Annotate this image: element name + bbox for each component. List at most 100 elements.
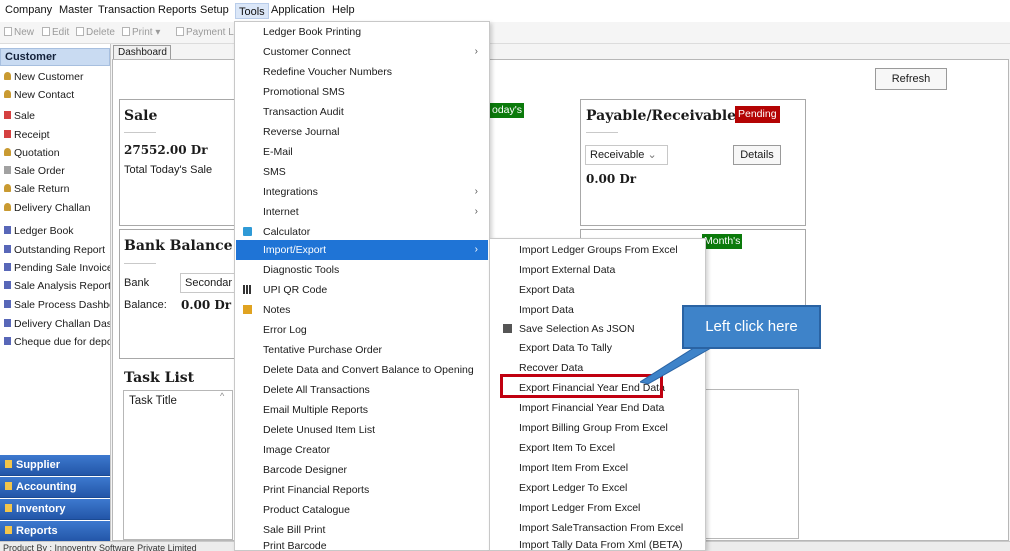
- new-button[interactable]: New: [4, 27, 34, 38]
- menu-item-promotional-sms[interactable]: Promotional SMS: [236, 82, 488, 102]
- sale-card: Sale 27552.00 Dr Total Today's Sale: [119, 99, 239, 226]
- submenu-item-import-ledger-groups[interactable]: Import Ledger Groups From Excel: [491, 240, 705, 260]
- submenu-item-label: Export Data: [519, 284, 575, 296]
- sidebar-item-sale-analysis-report[interactable]: Sale Analysis Report: [4, 278, 110, 294]
- sidebar-item-sale-order[interactable]: Sale Order: [4, 163, 110, 179]
- submenu-item-import-billing-group[interactable]: Import Billing Group From Excel: [491, 418, 705, 438]
- menu-item-print-barcode[interactable]: Print Barcode: [236, 536, 488, 551]
- tab-dashboard[interactable]: Dashboard: [113, 45, 171, 60]
- menu-item-delete-unused-item-list[interactable]: Delete Unused Item List: [236, 420, 488, 440]
- menu-item-tentative-purchase-order[interactable]: Tentative Purchase Order: [236, 340, 488, 360]
- sidebar-group-inventory[interactable]: Inventory: [0, 499, 110, 520]
- menu-item-ledger-book-printing[interactable]: Ledger Book Printing: [236, 22, 488, 42]
- sidebar-item-sale-return[interactable]: Sale Return: [4, 181, 110, 197]
- menu-item-delete-data-convert-balance[interactable]: Delete Data and Convert Balance to Openi…: [236, 360, 488, 380]
- payable-receivable-card: Payable/Receivable Pending Receivable ⌄ …: [580, 99, 806, 226]
- payment-button[interactable]: Payment L: [176, 27, 234, 38]
- menu-help[interactable]: Help: [332, 4, 355, 16]
- submenu-item-label: Import Ledger Groups From Excel: [519, 244, 678, 256]
- submenu-item-label: Import Tally Data From Xml (BETA): [519, 539, 683, 551]
- submenu-item-export-item-to-excel[interactable]: Export Item To Excel: [491, 438, 705, 458]
- submenu-item-import-external-data[interactable]: Import External Data: [491, 260, 705, 280]
- receivable-select[interactable]: Receivable ⌄: [585, 145, 668, 165]
- menu-application[interactable]: Application: [271, 4, 325, 16]
- report-icon: [4, 319, 11, 327]
- sidebar-item-label: Quotation: [14, 147, 60, 159]
- menu-reports[interactable]: Reports: [158, 4, 197, 16]
- menu-item-error-log[interactable]: Error Log: [236, 320, 488, 340]
- menu-item-barcode-designer[interactable]: Barcode Designer: [236, 460, 488, 480]
- qr-code-icon: [243, 285, 252, 294]
- menu-transaction[interactable]: Transaction: [98, 4, 155, 16]
- task-title-column[interactable]: Task Title: [129, 395, 177, 407]
- menu-setup[interactable]: Setup: [200, 4, 229, 16]
- submenu-item-import-financial-year-end-data[interactable]: Import Financial Year End Data: [491, 398, 705, 418]
- menu-item-reverse-journal[interactable]: Reverse Journal: [236, 122, 488, 142]
- submenu-item-label: Export Item To Excel: [519, 442, 616, 454]
- menu-tools[interactable]: Tools: [235, 3, 269, 19]
- sidebar-item-quotation[interactable]: Quotation: [4, 145, 110, 161]
- submenu-item-import-ledger-from-excel[interactable]: Import Ledger From Excel: [491, 498, 705, 518]
- bank-select[interactable]: Secondar: [180, 273, 240, 293]
- menu-item-label: Ledger Book Printing: [263, 26, 362, 38]
- sidebar-item-sale[interactable]: Sale: [4, 108, 110, 124]
- sidebar-item-receipt[interactable]: Receipt: [4, 127, 110, 143]
- sidebar-item-new-customer[interactable]: New Customer: [4, 69, 110, 85]
- menu-item-integrations[interactable]: Integrations ›: [236, 182, 488, 202]
- sidebar-item-delivery-challan-dashboard[interactable]: Delivery Challan Dashl: [4, 316, 110, 332]
- sidebar-group-accounting[interactable]: Accounting: [0, 477, 110, 498]
- edit-button[interactable]: Edit: [42, 27, 69, 38]
- print-button[interactable]: Print ▾: [122, 27, 160, 38]
- menu-item-redefine-voucher-numbers[interactable]: Redefine Voucher Numbers: [236, 62, 488, 82]
- menu-item-image-creator[interactable]: Image Creator: [236, 440, 488, 460]
- sale-amount: 27552.00 Dr: [124, 143, 208, 157]
- menu-company[interactable]: Company: [5, 4, 52, 16]
- sidebar-group-supplier[interactable]: Supplier: [0, 455, 110, 476]
- menu-item-import-export[interactable]: Import/Export ›: [236, 240, 488, 260]
- balance-label: Balance:: [124, 299, 167, 311]
- menu-item-internet[interactable]: Internet ›: [236, 202, 488, 222]
- sidebar-item-cheque-due[interactable]: Cheque due for depos: [4, 334, 110, 350]
- delete-button[interactable]: Delete: [76, 27, 115, 38]
- menu-item-email[interactable]: E-Mail: [236, 142, 488, 162]
- sidebar-item-label: Cheque due for depos: [14, 336, 110, 348]
- menu-item-sms[interactable]: SMS: [236, 162, 488, 182]
- sidebar-group-reports[interactable]: Reports: [0, 521, 110, 542]
- menu-item-customer-connect[interactable]: Customer Connect ›: [236, 42, 488, 62]
- sidebar-item-outstanding-report[interactable]: Outstanding Report: [4, 242, 110, 258]
- menu-item-label: SMS: [263, 166, 286, 178]
- report-icon: [4, 263, 11, 271]
- divider: [586, 132, 618, 133]
- today-badge: oday's: [490, 103, 525, 118]
- menu-master[interactable]: Master: [59, 4, 93, 16]
- sidebar-item-new-contact[interactable]: New Contact: [4, 87, 110, 103]
- submenu-item-import-data[interactable]: Import Data: [491, 300, 705, 320]
- payment-icon: [176, 27, 184, 36]
- sidebar-item-sale-process-dashboard[interactable]: Sale Process Dashboa: [4, 297, 110, 313]
- sidebar-header[interactable]: Customer: [0, 48, 110, 66]
- submenu-item-save-selection-json[interactable]: Save Selection As JSON: [491, 319, 705, 339]
- chevron-right-icon: ›: [474, 46, 478, 57]
- payable-amount: 0.00 Dr: [586, 172, 637, 186]
- menu-item-print-financial-reports[interactable]: Print Financial Reports: [236, 480, 488, 500]
- submenu-item-import-item-from-excel[interactable]: Import Item From Excel: [491, 458, 705, 478]
- menu-item-upi-qr-code[interactable]: UPI QR Code: [236, 280, 488, 300]
- sidebar-item-delivery-challan[interactable]: Delivery Challan: [4, 200, 110, 216]
- details-button[interactable]: Details: [733, 145, 781, 165]
- submenu-item-export-data[interactable]: Export Data: [491, 280, 705, 300]
- menu-item-delete-all-transactions[interactable]: Delete All Transactions: [236, 380, 488, 400]
- menu-item-diagnostic-tools[interactable]: Diagnostic Tools: [236, 260, 488, 280]
- refresh-button[interactable]: Refresh: [875, 68, 947, 90]
- submenu-item-import-tally-xml[interactable]: Import Tally Data From Xml (BETA): [491, 535, 705, 551]
- menu-item-calculator[interactable]: Calculator: [236, 222, 488, 242]
- menu-item-product-catalogue[interactable]: Product Catalogue: [236, 500, 488, 520]
- menu-item-email-multiple-reports[interactable]: Email Multiple Reports: [236, 400, 488, 420]
- sidebar-item-ledger-book[interactable]: Ledger Book: [4, 223, 110, 239]
- menu-item-notes[interactable]: Notes: [236, 300, 488, 320]
- sidebar-item-pending-sale-invoices[interactable]: Pending Sale Invoices: [4, 260, 110, 276]
- menu-item-label: Sale Bill Print: [263, 524, 326, 536]
- menu-item-transaction-audit[interactable]: Transaction Audit: [236, 102, 488, 122]
- submenu-item-export-ledger-to-excel[interactable]: Export Ledger To Excel: [491, 478, 705, 498]
- submenu-item-label: Import Billing Group From Excel: [519, 422, 668, 434]
- status-text: Product By : Innoventry Software Private…: [3, 543, 197, 551]
